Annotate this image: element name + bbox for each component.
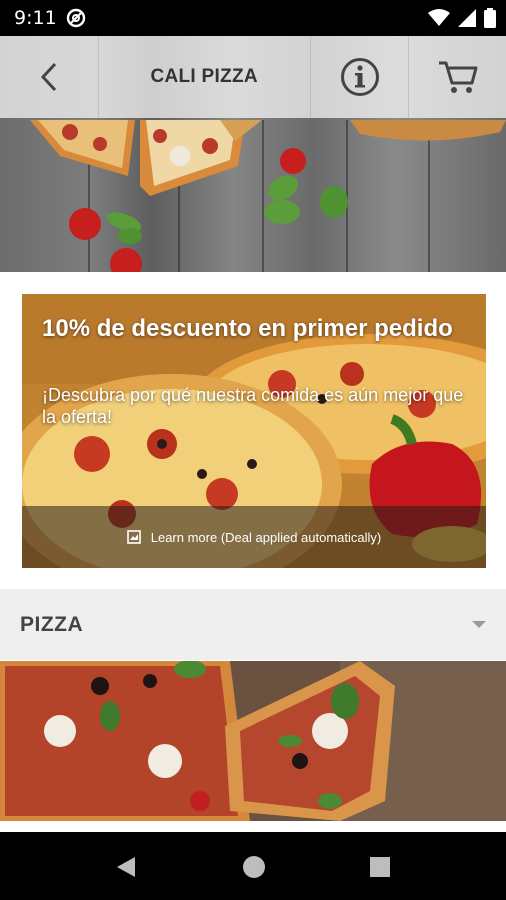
at-sign-icon (66, 8, 86, 28)
promo-card[interactable]: 10% de descuento en primer pedido ¡Descu… (22, 294, 486, 568)
wifi-icon (428, 9, 450, 26)
promo-learn-more[interactable]: Learn more (Deal applied automatically) (22, 506, 486, 568)
status-bar: 9:11 (0, 0, 506, 36)
dropdown-arrow-icon (472, 621, 486, 628)
image-icon (126, 530, 141, 544)
top-app-bar: CALI PIZZA (0, 36, 506, 118)
app-title-container: CALI PIZZA (99, 36, 311, 118)
back-arrow-icon (40, 62, 56, 92)
app-title: CALI PIZZA (150, 66, 258, 87)
category-image-pizza[interactable] (0, 661, 506, 821)
info-icon (340, 58, 379, 96)
nav-home-icon[interactable] (243, 856, 265, 878)
cart-icon (438, 61, 478, 93)
category-title: PIZZA (20, 612, 84, 636)
signal-icon (458, 9, 476, 27)
cart-button[interactable] (409, 36, 506, 118)
nav-back-icon[interactable] (116, 856, 136, 878)
category-header-pizza[interactable]: PIZZA (0, 589, 506, 660)
status-time: 9:11 (14, 7, 57, 29)
promo-subtitle: ¡Descubra por qué nuestra comida es aún … (42, 385, 464, 427)
back-button[interactable] (0, 36, 99, 118)
nav-recent-icon[interactable] (370, 857, 390, 877)
promo-title: 10% de descuento en primer pedido (42, 315, 453, 342)
info-button[interactable] (311, 36, 410, 118)
promo-learn-more-label: Learn more (Deal applied automatically) (150, 529, 382, 545)
pizza-photo (0, 661, 506, 821)
battery-icon (484, 8, 496, 28)
